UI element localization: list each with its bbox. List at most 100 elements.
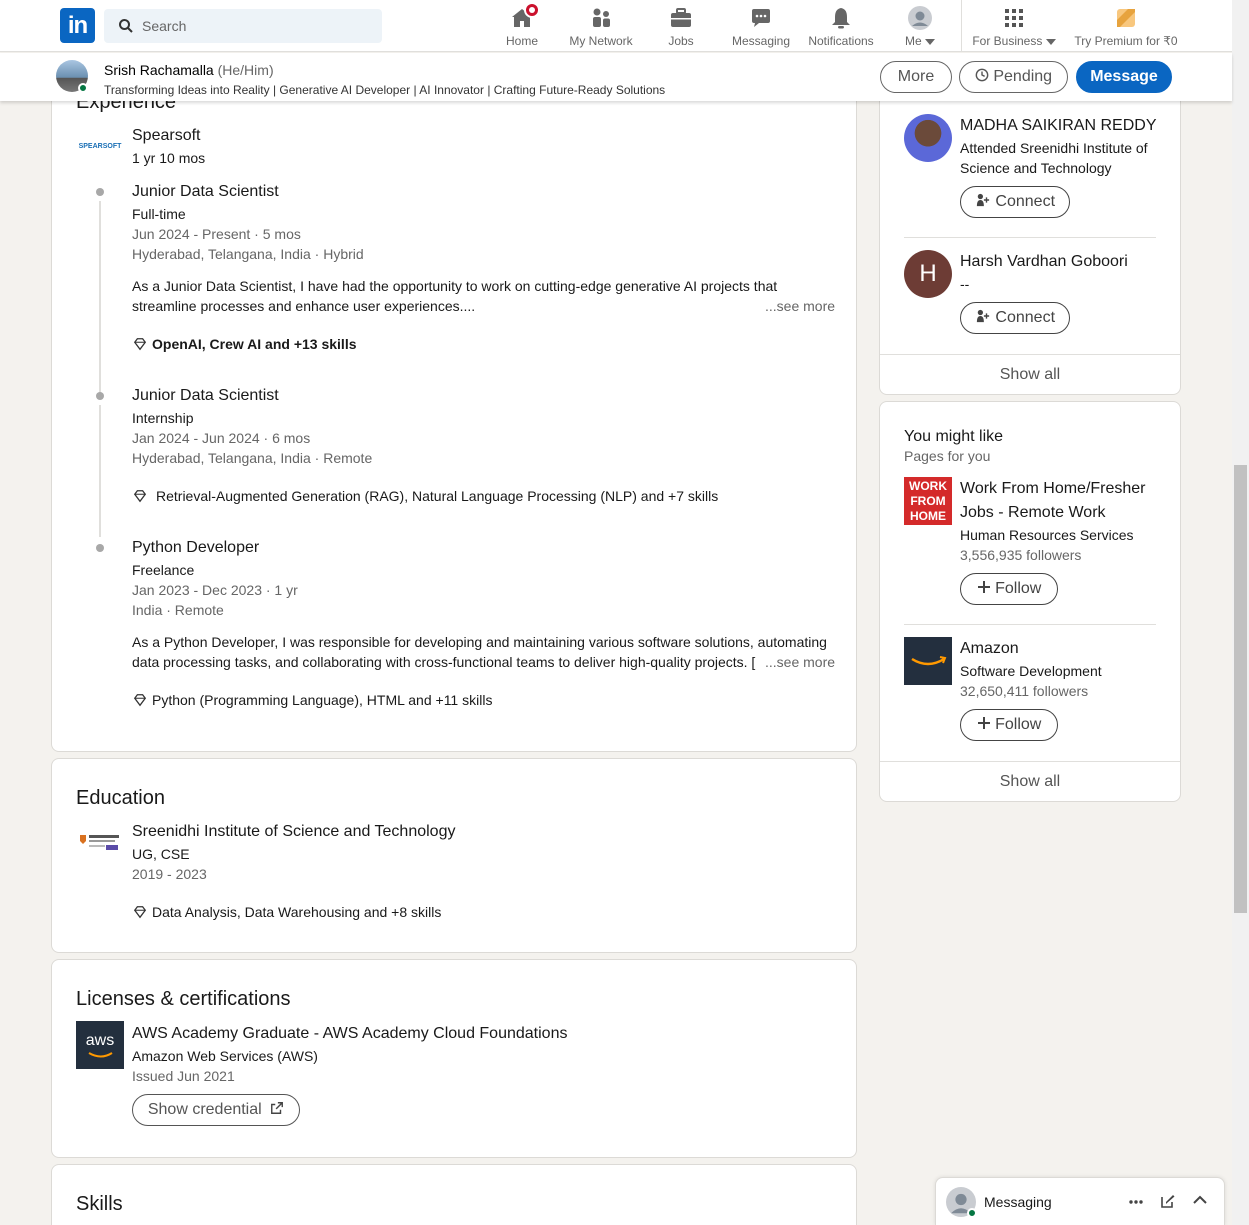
you-might-like-title: You might like — [904, 428, 1004, 445]
page-name[interactable]: Jobs - Remote Work — [960, 504, 1106, 522]
aws-logo-text: aws — [85, 1032, 115, 1049]
nav-messaging[interactable]: Messaging — [731, 6, 791, 50]
school-years: 2019 - 2023 — [132, 866, 207, 882]
school-logo[interactable] — [78, 831, 122, 857]
nav-home[interactable]: Home — [500, 2, 544, 50]
follow-button[interactable]: Follow — [960, 573, 1058, 605]
page-industry: Software Development — [960, 663, 1102, 679]
see-more-link[interactable]: ...see more — [765, 654, 835, 670]
nav-my-network-label: My Network — [569, 34, 633, 48]
role-title[interactable]: Junior Data Scientist — [132, 387, 279, 405]
bell-icon — [829, 6, 853, 30]
wfh-page-logo[interactable]: WORK FROM HOME — [904, 477, 952, 525]
nav-notifications[interactable]: Notifications — [806, 6, 876, 50]
profile-name-text: Srish Rachamalla — [104, 62, 214, 78]
linkedin-logo[interactable]: in — [60, 8, 95, 43]
nav-my-network[interactable]: My Network — [565, 6, 637, 50]
page-industry: Human Resources Services — [960, 527, 1134, 543]
role-skills[interactable]: Python (Programming Language), HTML and … — [152, 692, 492, 708]
school-name[interactable]: Sreenidhi Institute of Science and Techn… — [132, 823, 455, 841]
person-avatar[interactable] — [904, 114, 952, 162]
license-name[interactable]: AWS Academy Graduate - AWS Academy Cloud… — [132, 1025, 567, 1043]
licenses-title: Licenses & certifications — [76, 988, 291, 1010]
experience-card: Experience SPEARSOFT Spearsoft 1 yr 10 m… — [51, 60, 857, 752]
skill-diamond-icon — [133, 490, 147, 503]
role-location: Hyderabad, Telangana, India · Remote — [132, 450, 373, 466]
person-name[interactable]: Harsh Vardhan Goboori — [960, 253, 1128, 271]
global-nav: in Home My Network Jobs Messaging Notifi… — [0, 0, 1232, 52]
person-headline: -- — [960, 276, 970, 292]
nav-try-premium[interactable]: Try Premium for ₹0 — [1070, 6, 1182, 50]
skill-diamond-icon — [133, 694, 147, 707]
search-input[interactable] — [142, 9, 372, 43]
page-name[interactable]: Work From Home/Fresher — [960, 480, 1146, 498]
role-title[interactable]: Junior Data Scientist — [132, 183, 279, 201]
connect-button[interactable]: Connect — [960, 302, 1070, 334]
follow-button[interactable]: Follow — [960, 709, 1058, 741]
show-all-button[interactable]: Show all — [880, 354, 1180, 394]
page-name[interactable]: Amazon — [960, 640, 1019, 658]
show-credential-button[interactable]: Show credential — [132, 1094, 300, 1126]
chat-icon — [749, 6, 773, 30]
logo-line: HOME — [910, 509, 946, 523]
connect-button[interactable]: Connect — [960, 186, 1070, 218]
scrollbar-thumb[interactable] — [1234, 465, 1247, 913]
you-might-like-subtitle: Pages for you — [904, 448, 991, 464]
messaging-dock[interactable]: Messaging — [935, 1177, 1225, 1225]
license-issued: Issued Jun 2021 — [132, 1068, 235, 1084]
person-headline: Science and Technology — [960, 160, 1112, 176]
logo-line: WORK — [909, 479, 947, 493]
show-all-button[interactable]: Show all — [880, 761, 1180, 801]
plus-icon — [977, 581, 990, 593]
pending-button[interactable]: Pending — [959, 61, 1068, 93]
nav-jobs[interactable]: Jobs — [661, 6, 701, 50]
online-indicator — [967, 1208, 977, 1218]
chevron-up-icon[interactable] — [1193, 1195, 1207, 1205]
role-dates: Jan 2023 - Dec 2023 · 1 yr — [132, 582, 298, 598]
ellipsis-icon[interactable] — [1128, 1199, 1144, 1205]
role-title[interactable]: Python Developer — [132, 539, 259, 557]
connect-label: Connect — [995, 193, 1056, 210]
see-more-link[interactable]: ...see more — [765, 298, 835, 314]
search-bar[interactable] — [104, 9, 382, 43]
message-button[interactable]: Message — [1076, 61, 1172, 93]
role-skills[interactable]: Retrieval-Augmented Generation (RAG), Na… — [156, 488, 718, 504]
external-link-icon — [271, 1102, 284, 1114]
online-indicator — [78, 83, 88, 93]
follow-label: Follow — [995, 716, 1042, 733]
role-dates: Jun 2024 - Present · 5 mos — [132, 226, 301, 242]
education-card: Education Sreenidhi Institute of Science… — [51, 758, 857, 953]
nav-me[interactable]: Me — [902, 6, 938, 50]
skill-diamond-icon — [133, 906, 147, 919]
profile-headline: Transforming Ideas into Reality | Genera… — [104, 83, 666, 97]
company-name[interactable]: Spearsoft — [132, 127, 200, 145]
spearsoft-logo[interactable]: SPEARSOFT — [76, 135, 124, 159]
aws-logo[interactable]: aws — [76, 1021, 124, 1069]
skill-diamond-icon — [133, 338, 147, 351]
sticky-profile-bar: Srish Rachamalla (He/Him) Transforming I… — [0, 53, 1232, 101]
compose-icon[interactable] — [1160, 1193, 1176, 1209]
company-duration: 1 yr 10 mos — [132, 150, 206, 166]
nav-home-label: Home — [505, 34, 538, 48]
timeline-line — [99, 201, 101, 397]
profile-pronouns: (He/Him) — [217, 62, 274, 78]
role-skills[interactable]: OpenAI, Crew AI and +13 skills — [152, 336, 357, 352]
education-title: Education — [76, 787, 165, 809]
role-type: Internship — [132, 410, 194, 426]
notification-badge — [524, 2, 540, 18]
school-skills[interactable]: Data Analysis, Data Warehousing and +8 s… — [152, 904, 441, 920]
person-name[interactable]: MADHA SAIKIRAN REDDY — [960, 117, 1156, 135]
aws-smile-icon — [88, 1052, 113, 1058]
role-description: As a Python Developer, I was responsible… — [132, 634, 827, 650]
logo-line: FROM — [910, 494, 946, 508]
skills-title: Skills — [76, 1193, 123, 1215]
grid-icon — [1002, 6, 1026, 30]
person-avatar[interactable]: H — [904, 250, 952, 298]
nav-for-business[interactable]: For Business — [972, 6, 1056, 50]
amazon-page-logo[interactable] — [904, 637, 952, 685]
person-headline: Attended Sreenidhi Institute of — [960, 140, 1148, 156]
connect-label: Connect — [995, 309, 1056, 326]
role-dates: Jan 2024 - Jun 2024 · 6 mos — [132, 430, 311, 446]
more-button[interactable]: More — [880, 61, 952, 93]
network-icon — [589, 6, 613, 30]
